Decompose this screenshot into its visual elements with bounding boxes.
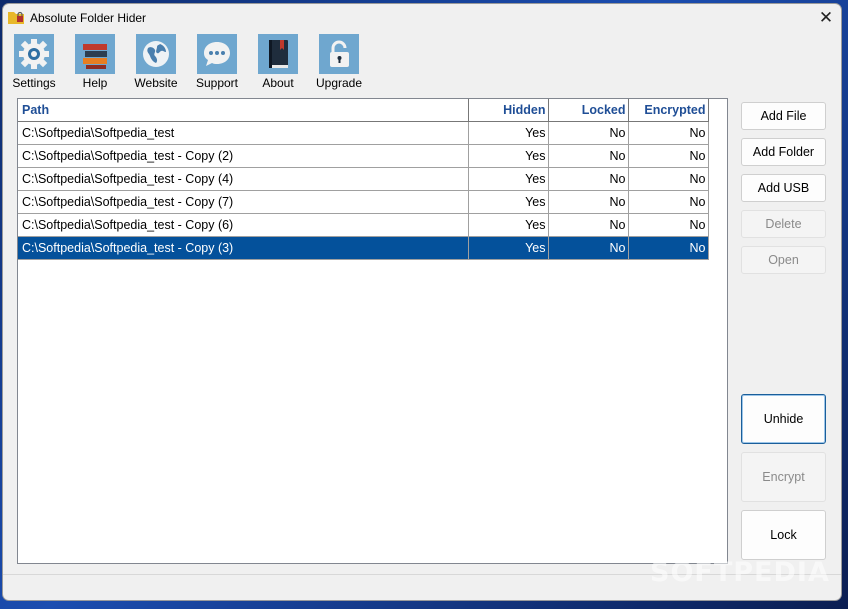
globe-icon	[136, 34, 176, 74]
encrypted-cell: No	[628, 236, 709, 260]
book-icon	[258, 34, 298, 74]
unlocked-padlock-icon	[319, 34, 359, 74]
folder-lock-icon	[8, 11, 24, 24]
column-header-locked[interactable]: Locked	[548, 99, 629, 122]
add-usb-button[interactable]: Add USB	[741, 174, 826, 202]
column-header-path[interactable]: Path	[18, 99, 469, 122]
encrypted-cell: No	[628, 121, 709, 145]
table-row[interactable]: C:\Softpedia\Softpedia_test - Copy (6) Y…	[18, 213, 709, 237]
toolbar-label: About	[262, 76, 294, 90]
path-cell: C:\Softpedia\Softpedia_test - Copy (7)	[18, 190, 469, 214]
chat-bubble-icon	[197, 34, 237, 74]
table-row[interactable]: C:\Softpedia\Softpedia_test - Copy (2) Y…	[18, 144, 709, 168]
path-cell: C:\Softpedia\Softpedia_test - Copy (3)	[18, 236, 469, 260]
hidden-cell: Yes	[468, 236, 549, 260]
books-icon	[75, 34, 115, 74]
encrypt-button[interactable]: Encrypt	[741, 452, 826, 502]
hidden-cell: Yes	[468, 213, 549, 237]
column-header-hidden[interactable]: Hidden	[468, 99, 549, 122]
gear-icon	[14, 34, 54, 74]
table-row[interactable]: C:\Softpedia\Softpedia_test Yes No No	[18, 121, 709, 145]
encrypted-cell: No	[628, 167, 709, 191]
window-title: Absolute Folder Hider	[30, 11, 147, 25]
encrypted-cell: No	[628, 144, 709, 168]
toolbar-label: Settings	[12, 76, 56, 90]
locked-cell: No	[548, 236, 629, 260]
toolbar-label: Support	[195, 76, 239, 90]
add-folder-button[interactable]: Add Folder	[741, 138, 826, 166]
lock-button[interactable]: Lock	[741, 510, 826, 560]
path-cell: C:\Softpedia\Softpedia_test	[18, 121, 469, 145]
toolbar-support-button[interactable]: Support	[186, 34, 246, 92]
hidden-cell: Yes	[468, 167, 549, 191]
title-bar: Absolute Folder Hider ✕	[3, 4, 841, 32]
table-row-selected[interactable]: C:\Softpedia\Softpedia_test - Copy (3) Y…	[18, 236, 709, 260]
toolbar-upgrade-button[interactable]: Upgrade	[308, 34, 368, 92]
table-row[interactable]: C:\Softpedia\Softpedia_test - Copy (4) Y…	[18, 167, 709, 191]
toolbar-help-button[interactable]: Help	[64, 34, 124, 92]
open-button[interactable]: Open	[741, 246, 826, 274]
add-file-button[interactable]: Add File	[741, 102, 826, 130]
toolbar-label: Help	[82, 76, 108, 90]
locked-cell: No	[548, 213, 629, 237]
hidden-cell: Yes	[468, 144, 549, 168]
unhide-button[interactable]: Unhide	[741, 394, 826, 444]
hidden-cell: Yes	[468, 190, 549, 214]
path-cell: C:\Softpedia\Softpedia_test - Copy (6)	[18, 213, 469, 237]
toolbar-label: Website	[134, 76, 178, 90]
folder-list[interactable]: Path Hidden Locked Encrypted C:\Softpedi…	[17, 98, 728, 564]
path-cell: C:\Softpedia\Softpedia_test - Copy (2)	[18, 144, 469, 168]
toolbar-website-button[interactable]: Website	[125, 34, 185, 92]
table-row[interactable]: C:\Softpedia\Softpedia_test - Copy (7) Y…	[18, 190, 709, 214]
main-window: Absolute Folder Hider ✕ Settings Help We…	[2, 3, 842, 601]
encrypted-cell: No	[628, 213, 709, 237]
toolbar-label: Upgrade	[315, 76, 363, 90]
encrypted-cell: No	[628, 190, 709, 214]
locked-cell: No	[548, 121, 629, 145]
column-header-encrypted[interactable]: Encrypted	[628, 99, 709, 122]
folder-table: Path Hidden Locked Encrypted C:\Softpedi…	[18, 99, 709, 260]
path-cell: C:\Softpedia\Softpedia_test - Copy (4)	[18, 167, 469, 191]
toolbar-about-button[interactable]: About	[247, 34, 307, 92]
close-button[interactable]: ✕	[811, 6, 841, 30]
delete-button[interactable]: Delete	[741, 210, 826, 238]
table-header-row: Path Hidden Locked Encrypted	[18, 99, 709, 122]
hidden-cell: Yes	[468, 121, 549, 145]
watermark: SOFTPEDIA	[650, 557, 830, 588]
toolbar-settings-button[interactable]: Settings	[3, 34, 63, 92]
locked-cell: No	[548, 144, 629, 168]
locked-cell: No	[548, 190, 629, 214]
locked-cell: No	[548, 167, 629, 191]
